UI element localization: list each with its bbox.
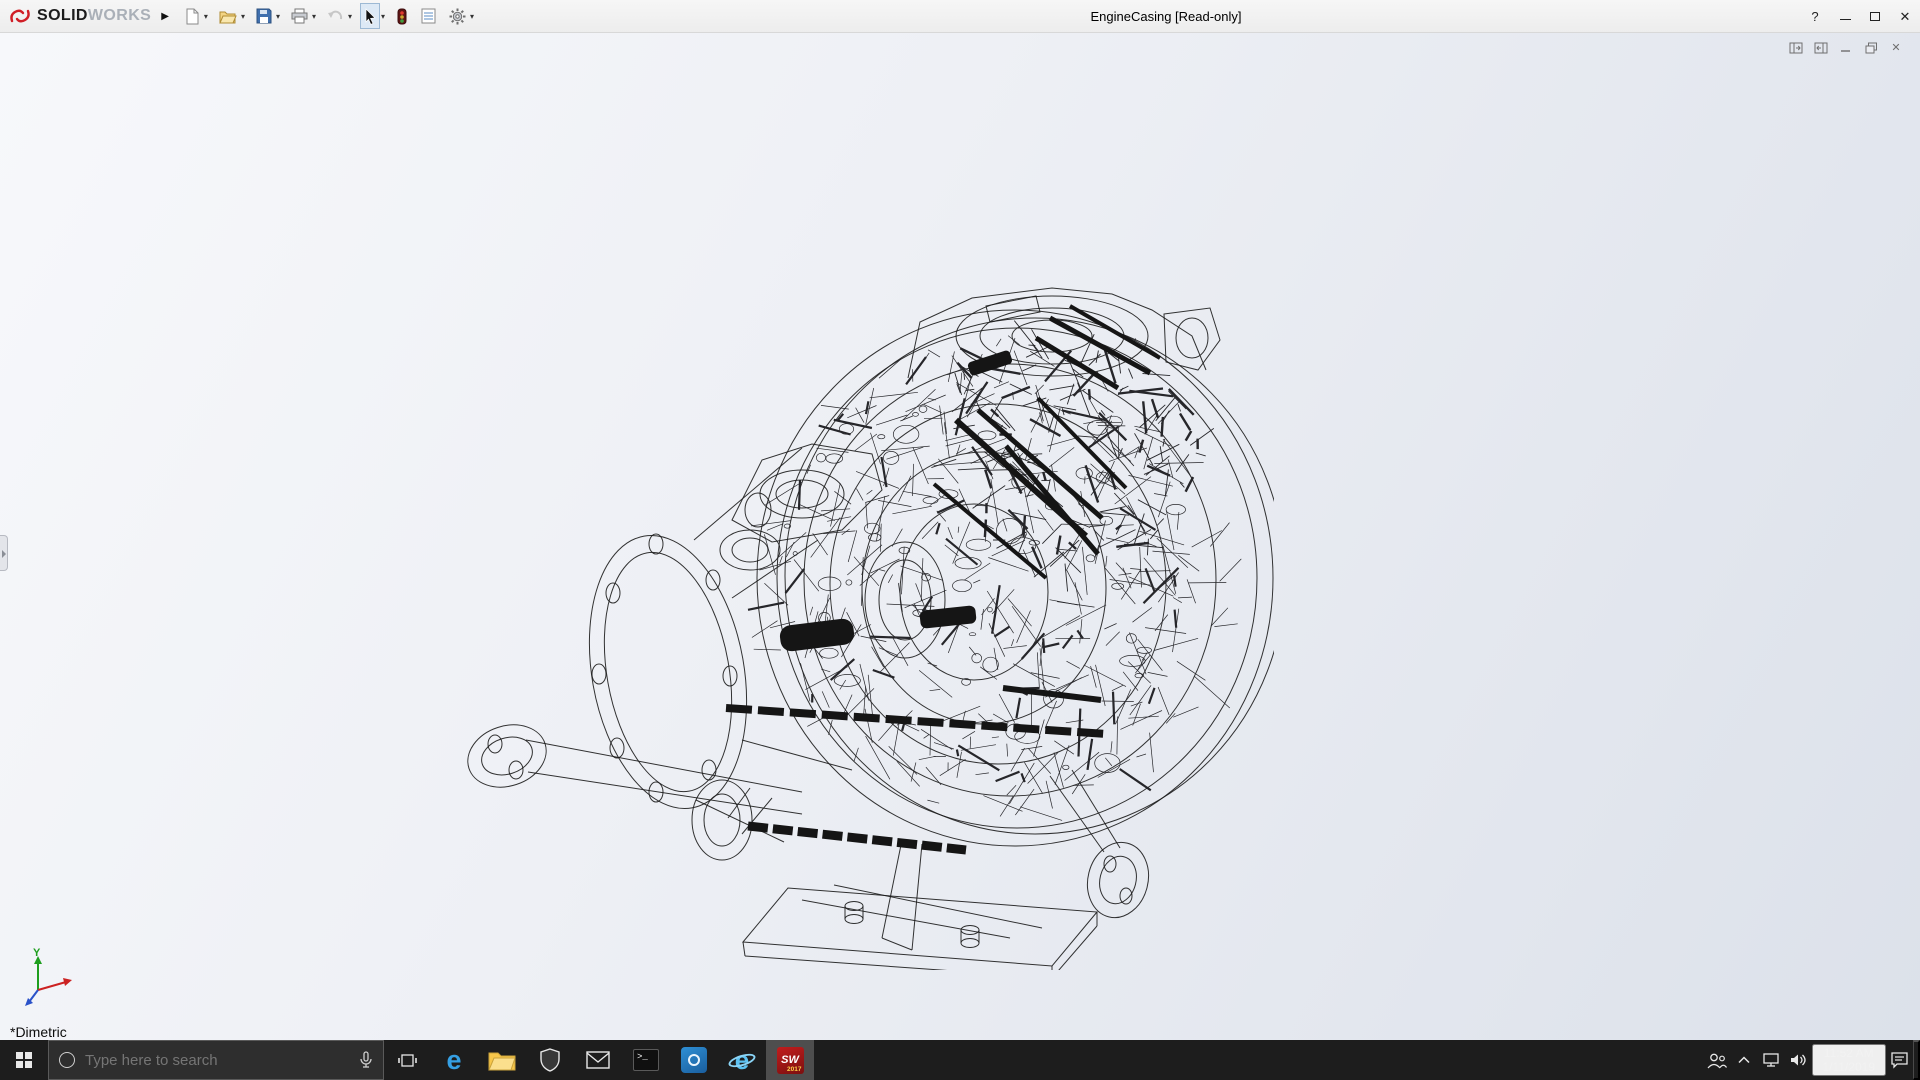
- solidworks-logo: SOLIDWORKS: [0, 5, 155, 27]
- pane-right-button[interactable]: [1813, 40, 1829, 55]
- maximize-button[interactable]: [1860, 0, 1890, 33]
- new-document-button[interactable]: [181, 3, 203, 29]
- triad-y-label: Y: [33, 947, 41, 959]
- select-tool-dropdown[interactable]: ▾: [380, 10, 386, 23]
- windows-taskbar: e >_ e: [0, 1040, 1920, 1080]
- undo-icon: [327, 9, 344, 24]
- doc-close-button[interactable]: ✕: [1888, 40, 1904, 55]
- task-view-button[interactable]: [384, 1040, 430, 1080]
- graphics-viewport[interactable]: ✕: [0, 33, 1920, 1040]
- people-icon: [1707, 1052, 1727, 1069]
- app-name-works: WORKS: [88, 7, 151, 24]
- start-button[interactable]: [0, 1040, 48, 1080]
- view-orientation-label: *Dimetric: [10, 1024, 67, 1040]
- close-button[interactable]: ✕: [1890, 0, 1920, 33]
- app-name: SOLIDWORKS: [37, 7, 151, 25]
- rebuild-button[interactable]: [393, 3, 411, 29]
- microphone-icon[interactable]: [359, 1051, 373, 1069]
- network-button[interactable]: [1758, 1040, 1785, 1080]
- app-file-explorer[interactable]: [478, 1040, 526, 1080]
- file-properties-icon: [421, 8, 436, 24]
- network-icon: [1762, 1052, 1780, 1068]
- solidworks-window: SOLIDWORKS ▶ ▾ ▾: [0, 0, 1920, 1080]
- print-icon: [291, 8, 308, 24]
- save-icon: [256, 8, 272, 24]
- maximize-icon: [1870, 12, 1880, 21]
- search-input[interactable]: [85, 1052, 349, 1069]
- volume-icon: [1790, 1052, 1807, 1068]
- app-media[interactable]: [670, 1040, 718, 1080]
- new-document-dropdown[interactable]: ▾: [203, 10, 209, 23]
- show-desktop-button[interactable]: [1913, 1040, 1920, 1080]
- sw-badge-year: 2017: [787, 1066, 801, 1073]
- system-tray: 11:52 AM 1/11/2019: [1704, 1040, 1920, 1080]
- solidworks-app-icon: SW 2017: [777, 1047, 804, 1074]
- gear-icon: [449, 8, 466, 25]
- app-name-solid: SOLID: [37, 7, 88, 24]
- feature-tree-collapse-handle[interactable]: [0, 535, 8, 571]
- select-tool-button[interactable]: [360, 3, 380, 29]
- dassault-logo-icon: [8, 5, 32, 27]
- options-button[interactable]: [446, 3, 469, 29]
- file-properties-button[interactable]: [418, 3, 439, 29]
- internet-explorer-icon: e: [727, 1045, 757, 1075]
- app-windows-defender[interactable]: [526, 1040, 574, 1080]
- pane-left-button[interactable]: [1788, 40, 1804, 55]
- mail-envelope-icon: [586, 1051, 610, 1069]
- sw-badge-text: SW: [781, 1054, 799, 1066]
- pinned-apps: e >_ e: [430, 1040, 814, 1080]
- file-explorer-icon: [488, 1049, 516, 1071]
- select-cursor-icon: [363, 8, 377, 25]
- undo-button[interactable]: [324, 3, 347, 29]
- windows-logo-icon: [16, 1052, 32, 1068]
- save-button[interactable]: [253, 3, 275, 29]
- clock-time: 11:52 AM: [1823, 1046, 1876, 1060]
- open-folder-icon: [219, 9, 237, 24]
- reference-triad[interactable]: Y: [22, 944, 82, 1014]
- action-center-icon: [1890, 1051, 1909, 1069]
- open-button[interactable]: [216, 3, 240, 29]
- document-title: EngineCasing [Read-only]: [1090, 0, 1241, 33]
- volume-button[interactable]: [1785, 1040, 1812, 1080]
- options-dropdown[interactable]: ▾: [469, 10, 475, 23]
- app-mail[interactable]: [574, 1040, 622, 1080]
- help-button[interactable]: ?: [1800, 0, 1830, 33]
- titlebar: SOLIDWORKS ▶ ▾ ▾: [0, 0, 1920, 33]
- command-prompt-icon: >_: [633, 1049, 659, 1071]
- save-dropdown[interactable]: ▾: [275, 10, 281, 23]
- new-document-icon: [184, 8, 200, 25]
- engine-casing-wireframe-model[interactable]: [450, 278, 1274, 970]
- undo-dropdown[interactable]: ▾: [347, 10, 353, 23]
- action-center-button[interactable]: [1886, 1040, 1913, 1080]
- people-button[interactable]: [1704, 1040, 1731, 1080]
- window-controls: ? ✕: [1800, 0, 1920, 33]
- chevron-up-icon: [1737, 1054, 1751, 1066]
- print-dropdown[interactable]: ▾: [311, 10, 317, 23]
- shield-icon: [539, 1048, 561, 1072]
- print-button[interactable]: [288, 3, 311, 29]
- app-microsoft-edge[interactable]: e: [430, 1040, 478, 1080]
- hidden-icons-button[interactable]: [1731, 1040, 1758, 1080]
- minimize-button[interactable]: [1830, 0, 1860, 33]
- document-window-controls: ✕: [1788, 40, 1904, 55]
- doc-minimize-button[interactable]: [1838, 40, 1854, 55]
- doc-restore-button[interactable]: [1863, 40, 1879, 55]
- open-dropdown[interactable]: ▾: [240, 10, 246, 23]
- cortana-icon: [59, 1052, 75, 1068]
- minimize-icon: [1840, 19, 1851, 20]
- app-solidworks-2017[interactable]: SW 2017: [766, 1040, 814, 1080]
- media-app-icon: [681, 1047, 707, 1073]
- app-internet-explorer[interactable]: e: [718, 1040, 766, 1080]
- edge-icon: e: [446, 1047, 461, 1074]
- app-command-prompt[interactable]: >_: [622, 1040, 670, 1080]
- quick-access-toolbar: ▾ ▾ ▾: [181, 3, 481, 29]
- taskbar-search[interactable]: [48, 1040, 384, 1080]
- rebuild-traffic-light-icon: [396, 8, 408, 25]
- clock-date: 1/11/2019: [1823, 1060, 1876, 1074]
- taskbar-clock[interactable]: 11:52 AM 1/11/2019: [1812, 1044, 1887, 1076]
- menu-expand-button[interactable]: ▶: [161, 11, 169, 22]
- task-view-icon: [398, 1052, 417, 1069]
